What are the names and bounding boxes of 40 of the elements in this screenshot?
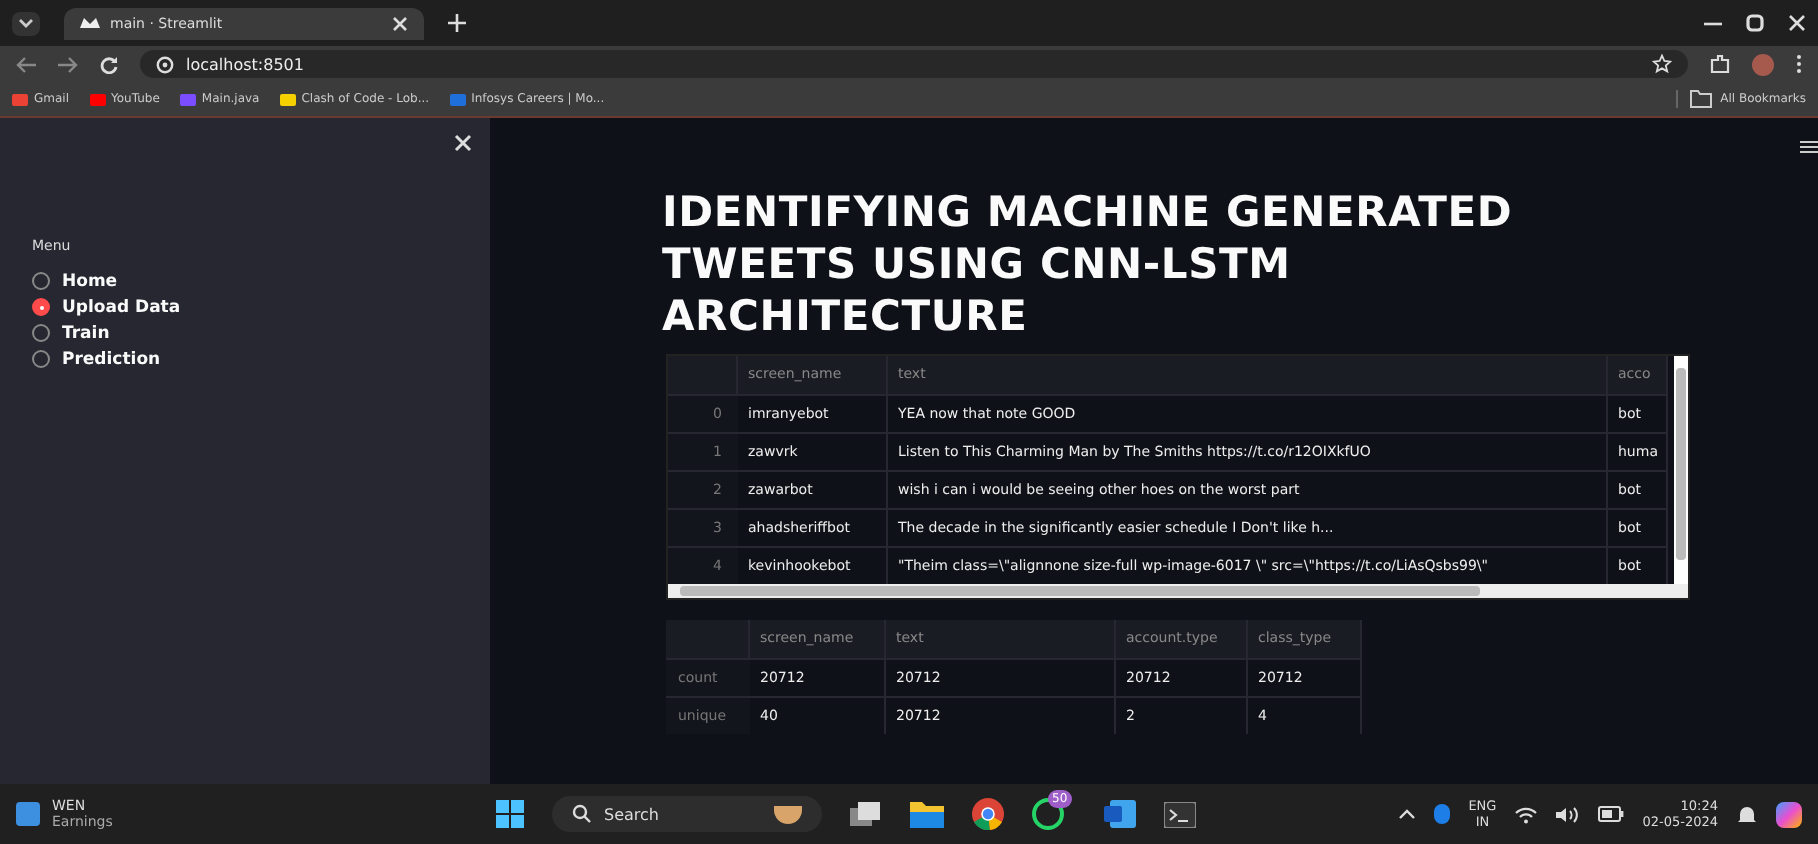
page-title: IDENTIFYING MACHINE GENERATED TWEETS USING CNN-LSTM ARCHITECTURE [662,186,1515,342]
more-icon[interactable] [1796,54,1802,74]
menu-radio-option[interactable]: Home [32,268,490,294]
tab-list-button[interactable] [12,11,40,35]
close-icon[interactable] [392,15,408,31]
forward-icon[interactable] [58,55,78,73]
close-icon[interactable] [454,134,472,152]
menu-radio-option[interactable]: Train [32,320,490,346]
site-info-icon [156,55,174,73]
search-field[interactable]: Search [552,796,822,832]
extensions-icon[interactable] [1710,54,1730,74]
reload-icon[interactable] [100,55,118,73]
vertical-scrollbar[interactable] [1674,356,1688,584]
menu-icon[interactable] [1800,140,1818,154]
new-tab-icon[interactable] [448,14,466,32]
word-icon[interactable] [1104,800,1136,828]
menu-radio-option[interactable]: Upload Data [32,294,490,320]
wifi-icon[interactable] [1514,805,1539,823]
address-field[interactable]: localhost:8501 [140,50,1688,78]
chrome-icon[interactable] [972,798,1004,830]
folder-icon[interactable] [910,800,944,828]
start-icon[interactable] [496,800,524,828]
battery-icon[interactable] [1598,806,1625,822]
restore-icon[interactable] [1746,14,1764,32]
notification-bell-icon[interactable] [1736,803,1758,825]
close-icon[interactable] [1788,14,1806,32]
terminal-icon[interactable] [1164,801,1196,827]
chevron-up-icon[interactable] [1398,808,1417,820]
search-icon [572,804,592,824]
menu-radio-option[interactable]: Prediction [32,346,490,372]
folder-icon [1690,90,1713,108]
star-icon[interactable] [1652,54,1672,74]
copilot-icon[interactable] [1776,801,1802,827]
chevron-down-icon [18,17,34,29]
back-icon[interactable] [16,55,36,73]
task-view-icon[interactable] [850,801,882,827]
crown-icon [80,16,100,30]
bowl-icon [774,805,802,823]
speaker-icon[interactable] [1556,805,1581,823]
horizontal-scrollbar[interactable] [668,584,1688,598]
